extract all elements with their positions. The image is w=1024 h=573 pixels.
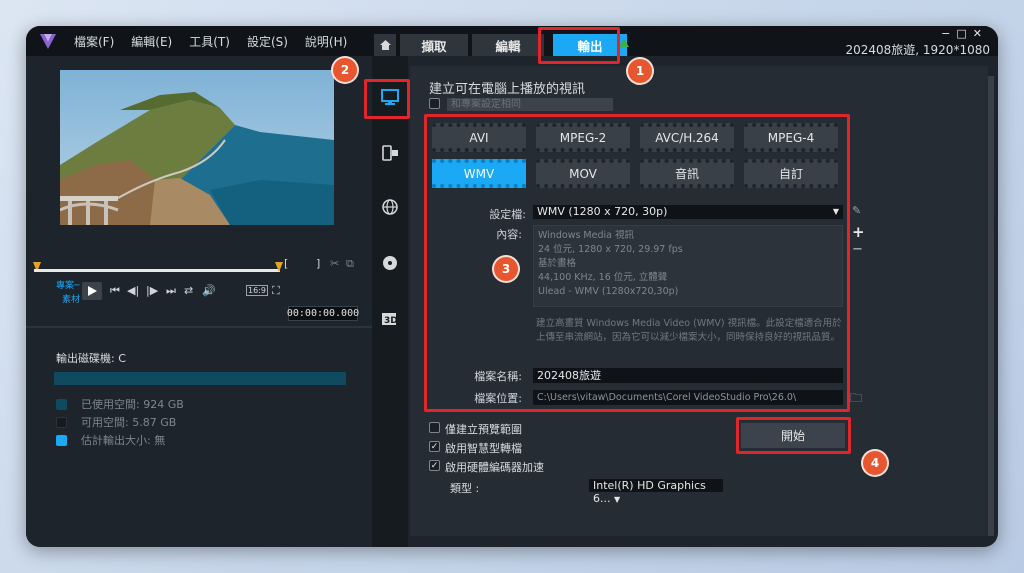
repeat-icon[interactable]: ⇄ (184, 284, 193, 297)
window-controls[interactable]: −□✕ (941, 27, 988, 40)
home-start-icon[interactable]: ⏮ (110, 284, 120, 298)
menu-file[interactable]: 檔案(F) (74, 33, 114, 50)
menu-tools[interactable]: 工具(T) (189, 33, 230, 50)
play-icon (87, 286, 97, 296)
player-panel: [ ] ✂ ⧉ 專案─ 素材 ⏮ ◀| |▶ ⏭ ⇄ 🔊 16:9 ⛶ 00:0… (26, 56, 372, 547)
clip-mode-label[interactable]: 素材 (62, 292, 80, 305)
hw-accel-label: 啟用硬體編碼器加速 (445, 461, 544, 474)
mark-out-button[interactable]: ] (316, 257, 320, 270)
free-space-text: 可用空間: 5.87 GB (81, 416, 177, 429)
enlarge-icon[interactable]: ⧉ (346, 257, 354, 271)
project-info: 202408旅遊, 1920*1080 (845, 43, 990, 57)
step-badge-2: 2 (333, 58, 357, 82)
volume-icon[interactable]: 🔊 (202, 284, 216, 297)
match-project-checkbox[interactable] (429, 98, 440, 109)
used-space-text: 已使用空間: 924 GB (81, 398, 184, 411)
disc-output-button[interactable] (372, 248, 408, 278)
mark-in-button[interactable]: [ (284, 257, 288, 270)
play-button[interactable] (82, 282, 102, 300)
project-mode-label[interactable]: 專案─ (56, 278, 79, 291)
disc-icon (383, 256, 397, 270)
output-drive-label: 輸出磁碟機: C (56, 352, 126, 365)
add-profile-icon[interactable]: + (852, 223, 865, 241)
3d-output-button[interactable]: 3D (372, 304, 408, 334)
free-swatch (56, 416, 67, 428)
dropdown-caret-icon: ▼ (614, 495, 621, 504)
step-badge-3: 3 (494, 257, 518, 281)
smart-render-label: 啟用智慧型轉檔 (445, 442, 522, 455)
upload-arrow-icon (619, 39, 629, 47)
highlight-settings (424, 114, 850, 412)
panel-divider (26, 326, 372, 328)
app-logo-icon (40, 34, 56, 49)
highlight-computer-output (364, 79, 410, 119)
video-preview (60, 70, 334, 225)
device-output-button[interactable] (372, 138, 408, 168)
globe-icon (382, 199, 398, 215)
app-window: 檔案(F) 編輯(E) 工具(T) 設定(S) 說明(H) −□✕ 202408… (26, 26, 998, 547)
step-badge-4: 4 (863, 451, 887, 475)
smart-render-checkbox[interactable]: ✓ (429, 441, 440, 452)
prev-frame-icon[interactable]: ◀| (127, 284, 139, 297)
tab-home[interactable] (374, 34, 396, 56)
highlight-start-button (736, 417, 851, 454)
tab-capture[interactable]: 擷取 (400, 34, 468, 56)
split-clip-icon[interactable]: ✂ (330, 257, 339, 270)
remove-profile-icon[interactable]: − (852, 242, 863, 257)
output-category-bar (372, 56, 408, 547)
highlight-share-tab (538, 27, 620, 64)
share-heading: 建立可在電腦上播放的視訊 (429, 82, 586, 97)
minimize-icon[interactable]: − (941, 27, 956, 40)
type-label: 類型 : (450, 482, 480, 495)
close-icon[interactable]: ✕ (973, 27, 988, 40)
edit-profile-icon[interactable]: ✎ (852, 204, 861, 217)
scrubber-track[interactable] (34, 269, 280, 272)
home-icon (379, 40, 391, 50)
disk-usage-bar (54, 372, 346, 385)
legend-used: 已使用空間: 924 GB (56, 396, 184, 412)
menu-help[interactable]: 說明(H) (305, 33, 347, 50)
legend-free: 可用空間: 5.87 GB (56, 414, 176, 430)
web-output-button[interactable] (372, 192, 408, 222)
preview-range-label: 僅建立預覽範圍 (445, 423, 522, 436)
estimate-size-text: 估計輸出大小: 無 (81, 434, 166, 447)
preview-image (60, 70, 334, 225)
vertical-scrollbar[interactable] (988, 76, 994, 536)
gpu-select[interactable]: Intel(R) HD Graphics 6... ▼ (589, 479, 723, 505)
end-icon[interactable]: ⏭ (166, 284, 176, 298)
menu-edit[interactable]: 編輯(E) (131, 33, 172, 50)
crop-icon[interactable]: ⛶ (272, 284, 280, 298)
timecode-display[interactable]: 00:00:00.000 (287, 306, 359, 321)
check-icon: ✓ (430, 441, 439, 452)
browse-folder-icon[interactable]: 🗀 (850, 389, 862, 410)
preview-range-checkbox[interactable] (429, 422, 440, 433)
device-icon (382, 145, 398, 161)
used-swatch (56, 398, 67, 410)
legend-estimate: 估計輸出大小: 無 (56, 432, 165, 448)
estimate-swatch (56, 434, 67, 446)
step-badge-1: 1 (628, 59, 652, 83)
menu-settings[interactable]: 設定(S) (247, 33, 288, 50)
svg-text:3D: 3D (384, 316, 398, 326)
maximize-icon[interactable]: □ (956, 27, 972, 40)
hw-accel-checkbox[interactable]: ✓ (429, 460, 440, 471)
check-icon: ✓ (430, 460, 439, 471)
next-frame-icon[interactable]: |▶ (146, 284, 158, 297)
match-project-dropdown[interactable]: 和專案設定相同 (447, 98, 613, 111)
aspect-ratio-button[interactable]: 16:9 (246, 285, 268, 296)
3d-icon: 3D (382, 313, 398, 326)
tab-edit[interactable]: 編輯 (472, 34, 544, 56)
